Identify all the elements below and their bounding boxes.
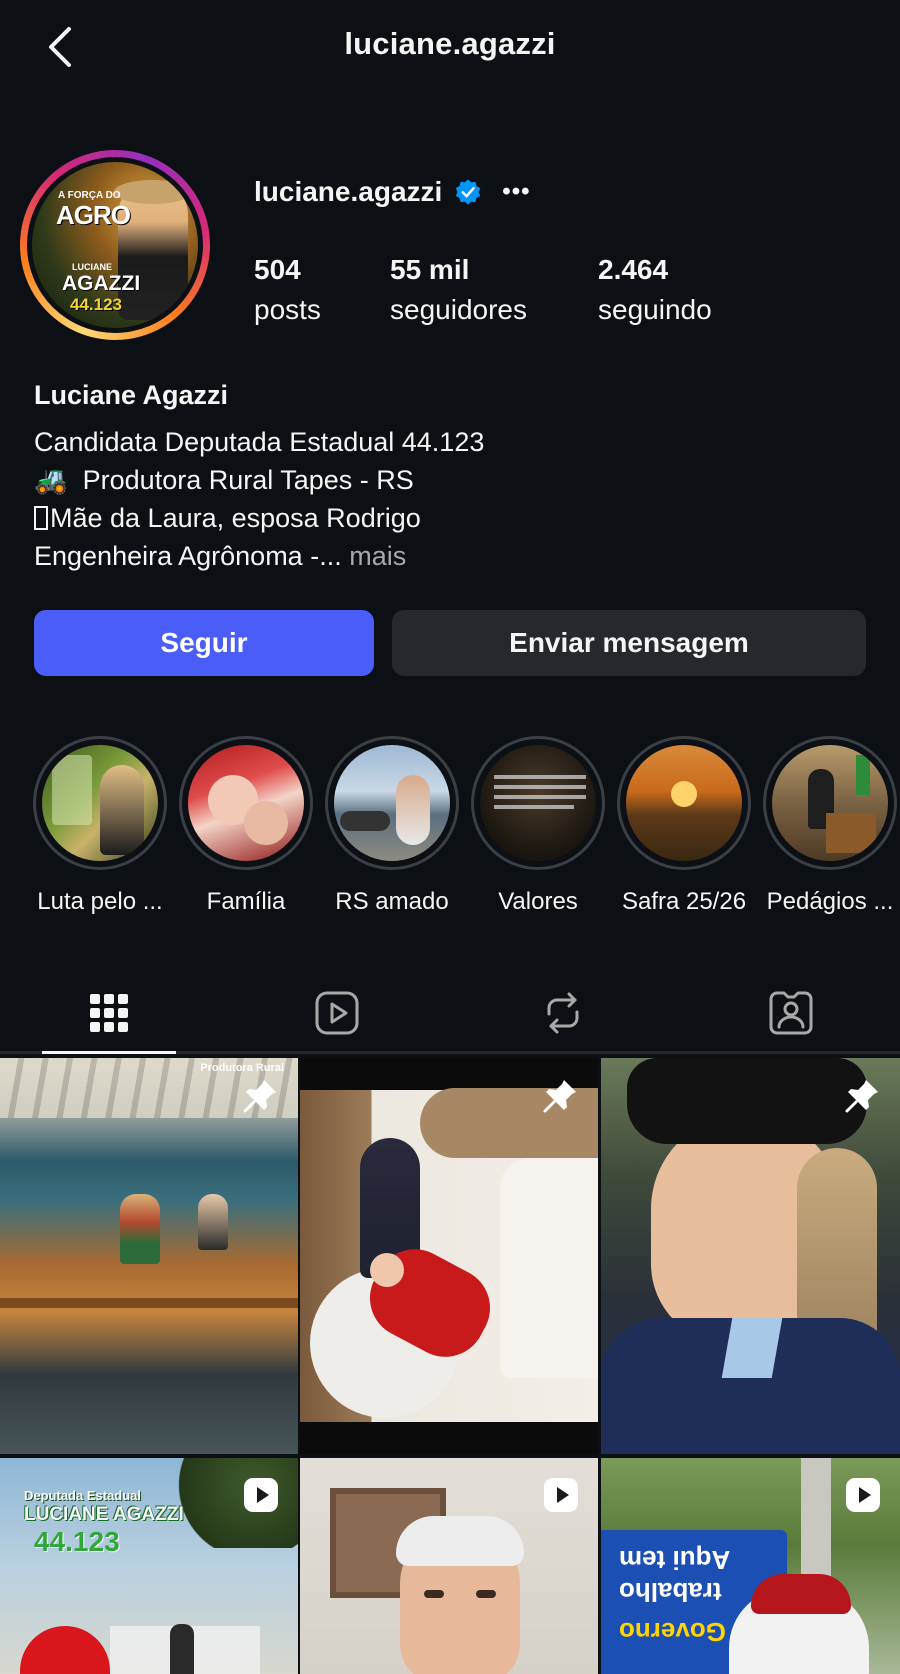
bio-line-1: Candidata Deputada Estadual 44.123 bbox=[34, 427, 485, 457]
bio-line-4: Engenheira Agrônoma -... mais bbox=[34, 537, 854, 575]
post-thumbnail[interactable]: Produtora Rural bbox=[0, 1058, 298, 1454]
page-title: luciane.agazzi bbox=[344, 26, 556, 61]
avatar-image: A FORÇA DO AGRO LUCIANE AGAZZI 44.123 bbox=[32, 162, 198, 328]
bio-more-link[interactable]: mais bbox=[349, 541, 406, 571]
pin-icon bbox=[845, 1080, 878, 1113]
highlight-cover bbox=[772, 745, 888, 861]
reposts-icon bbox=[547, 992, 579, 1034]
stat-posts[interactable]: 504 posts bbox=[254, 254, 321, 326]
post-caption: Aqui tem bbox=[619, 1545, 731, 1575]
bio-line-3-text: Mãe da Laura, esposa Rodrigo bbox=[50, 503, 421, 533]
avatar-text-name2: AGAZZI bbox=[62, 272, 141, 295]
send-message-button[interactable]: Enviar mensagem bbox=[392, 610, 866, 676]
post-thumbnail[interactable]: Deputada Estadual LUCIANE AGAZZI 44.123 bbox=[0, 1458, 298, 1674]
top-bar: luciane.agazzi bbox=[0, 0, 900, 96]
tractor-emoji: 🚜 bbox=[34, 465, 68, 495]
pin-icon bbox=[243, 1080, 276, 1113]
stat-posts-label: posts bbox=[254, 294, 321, 325]
tab-posts-grid[interactable] bbox=[42, 972, 176, 1054]
post-caption-3: Governo bbox=[619, 1617, 726, 1647]
highlight-label: RS amado bbox=[335, 888, 449, 915]
highlight-item[interactable]: Safra 25/26 bbox=[614, 736, 754, 916]
bio-line-2-text: Produtora Rural Tapes - RS bbox=[82, 465, 414, 495]
profile-full-name: Luciane Agazzi bbox=[34, 380, 229, 410]
posts-grid: Produtora Rural Deputada Estadual LUCIAN… bbox=[0, 1058, 900, 1674]
reel-icon bbox=[244, 1478, 278, 1512]
stat-followers-value: 55 mil bbox=[390, 254, 470, 285]
highlight-label: Safra 25/26 bbox=[621, 888, 747, 915]
reel-icon bbox=[544, 1478, 578, 1512]
profile-tabs bbox=[0, 972, 900, 1054]
tagged-icon bbox=[769, 991, 813, 1035]
bio-line-4-text: Engenheira Agrônoma -... bbox=[34, 541, 342, 571]
highlight-cover bbox=[334, 745, 450, 861]
bio-line-3: Mãe da Laura, esposa Rodrigo bbox=[34, 499, 854, 537]
post-thumbnail[interactable] bbox=[300, 1058, 598, 1454]
highlight-label: Pedágios ... bbox=[766, 888, 894, 915]
post-caption: Deputada Estadual bbox=[24, 1488, 142, 1503]
highlight-item[interactable]: Luta pelo ... bbox=[30, 736, 170, 916]
stat-following-value: 2.464 bbox=[598, 254, 669, 285]
post-thumbnail[interactable]: Aqui tem trabalho Governo bbox=[601, 1458, 900, 1674]
tab-tagged[interactable] bbox=[724, 972, 858, 1054]
highlight-item[interactable]: Família bbox=[176, 736, 316, 916]
bio-line-2: 🚜 Produtora Rural Tapes - RS bbox=[34, 461, 854, 499]
active-tab-indicator bbox=[42, 1051, 176, 1054]
tab-reposts[interactable] bbox=[496, 972, 630, 1054]
profile-username: luciane.agazzi bbox=[254, 176, 443, 207]
stat-following[interactable]: 2.464 seguindo bbox=[598, 254, 712, 326]
avatar-text-line2: AGRO bbox=[56, 200, 131, 230]
highlight-item[interactable]: RS amado bbox=[322, 736, 462, 916]
post-caption-2: LUCIANE AGAZZI bbox=[24, 1504, 184, 1525]
post-caption-2: trabalho bbox=[619, 1577, 722, 1607]
stat-following-label: seguindo bbox=[598, 294, 712, 325]
highlight-cover bbox=[480, 745, 596, 861]
unknown-glyph-icon bbox=[34, 506, 48, 530]
reel-icon bbox=[846, 1478, 880, 1512]
highlight-cover bbox=[188, 745, 304, 861]
grid-icon bbox=[90, 994, 128, 1032]
stat-posts-value: 504 bbox=[254, 254, 301, 285]
highlight-cover bbox=[42, 745, 158, 861]
stat-followers[interactable]: 55 mil seguidores bbox=[390, 254, 527, 326]
avatar-text-number: 44.123 bbox=[70, 295, 122, 314]
tab-reels[interactable] bbox=[270, 972, 404, 1054]
highlight-label: Família bbox=[206, 888, 286, 915]
post-thumbnail[interactable] bbox=[601, 1058, 900, 1454]
profile-bio: Luciane Agazzi Candidata Deputada Estadu… bbox=[34, 380, 854, 575]
stat-followers-label: seguidores bbox=[390, 294, 527, 325]
post-thumbnail[interactable] bbox=[300, 1458, 598, 1674]
reels-icon bbox=[315, 991, 359, 1035]
highlight-cover bbox=[626, 745, 742, 861]
highlight-item[interactable]: Pedágios ... bbox=[760, 736, 900, 916]
post-caption: Produtora Rural bbox=[200, 1062, 284, 1074]
profile-avatar[interactable]: A FORÇA DO AGRO LUCIANE AGAZZI 44.123 bbox=[20, 150, 210, 340]
pin-icon bbox=[543, 1080, 576, 1113]
story-highlights: Luta pelo ... Família RS amado Valores S… bbox=[0, 736, 900, 916]
highlight-label: Valores bbox=[498, 888, 578, 915]
username-row: luciane.agazzi ••• bbox=[254, 176, 531, 208]
more-options-button[interactable]: ••• bbox=[502, 178, 530, 206]
avatar-text-name1: LUCIANE bbox=[72, 262, 112, 272]
highlight-item[interactable]: Valores bbox=[468, 736, 608, 916]
follow-button[interactable]: Seguir bbox=[34, 610, 374, 676]
post-caption-3: 44.123 bbox=[34, 1526, 120, 1557]
verified-badge-icon bbox=[456, 179, 481, 205]
highlight-label: Luta pelo ... bbox=[37, 888, 163, 915]
